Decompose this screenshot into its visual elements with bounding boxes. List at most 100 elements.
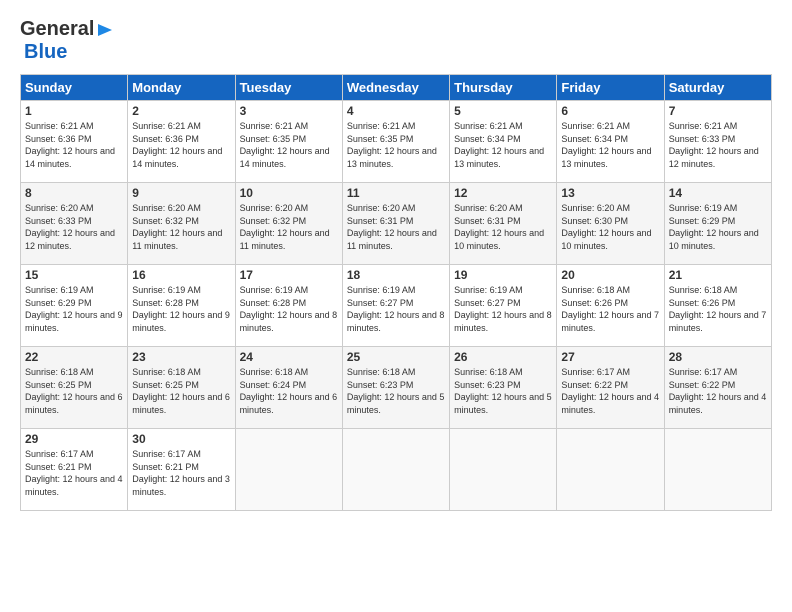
day-info: Sunrise: 6:21 AMSunset: 6:36 PMDaylight:… xyxy=(132,120,230,170)
day-number: 23 xyxy=(132,350,230,364)
calendar-cell: 23 Sunrise: 6:18 AMSunset: 6:25 PMDaylig… xyxy=(128,347,235,429)
calendar-cell: 22 Sunrise: 6:18 AMSunset: 6:25 PMDaylig… xyxy=(21,347,128,429)
calendar-cell: 28 Sunrise: 6:17 AMSunset: 6:22 PMDaylig… xyxy=(664,347,771,429)
calendar-cell: 8 Sunrise: 6:20 AMSunset: 6:33 PMDayligh… xyxy=(21,183,128,265)
day-info: Sunrise: 6:20 AMSunset: 6:33 PMDaylight:… xyxy=(25,202,123,252)
calendar-week-row: 22 Sunrise: 6:18 AMSunset: 6:25 PMDaylig… xyxy=(21,347,772,429)
day-info: Sunrise: 6:21 AMSunset: 6:34 PMDaylight:… xyxy=(561,120,659,170)
calendar-week-row: 1 Sunrise: 6:21 AMSunset: 6:36 PMDayligh… xyxy=(21,101,772,183)
calendar-cell xyxy=(450,429,557,511)
calendar-header-monday: Monday xyxy=(128,75,235,101)
day-info: Sunrise: 6:19 AMSunset: 6:29 PMDaylight:… xyxy=(669,202,767,252)
day-info: Sunrise: 6:20 AMSunset: 6:31 PMDaylight:… xyxy=(347,202,445,252)
day-number: 11 xyxy=(347,186,445,200)
calendar-cell: 26 Sunrise: 6:18 AMSunset: 6:23 PMDaylig… xyxy=(450,347,557,429)
logo: General Blue xyxy=(20,18,114,64)
day-number: 20 xyxy=(561,268,659,282)
calendar-cell xyxy=(557,429,664,511)
calendar-cell: 17 Sunrise: 6:19 AMSunset: 6:28 PMDaylig… xyxy=(235,265,342,347)
day-info: Sunrise: 6:20 AMSunset: 6:32 PMDaylight:… xyxy=(240,202,338,252)
calendar-cell: 10 Sunrise: 6:20 AMSunset: 6:32 PMDaylig… xyxy=(235,183,342,265)
day-info: Sunrise: 6:19 AMSunset: 6:28 PMDaylight:… xyxy=(132,284,230,334)
calendar-header-tuesday: Tuesday xyxy=(235,75,342,101)
day-info: Sunrise: 6:17 AMSunset: 6:21 PMDaylight:… xyxy=(25,448,123,498)
calendar-cell xyxy=(342,429,449,511)
calendar-cell xyxy=(664,429,771,511)
day-info: Sunrise: 6:17 AMSunset: 6:22 PMDaylight:… xyxy=(669,366,767,416)
day-number: 2 xyxy=(132,104,230,118)
calendar-cell: 15 Sunrise: 6:19 AMSunset: 6:29 PMDaylig… xyxy=(21,265,128,347)
day-number: 15 xyxy=(25,268,123,282)
calendar-cell: 4 Sunrise: 6:21 AMSunset: 6:35 PMDayligh… xyxy=(342,101,449,183)
day-number: 19 xyxy=(454,268,552,282)
calendar-cell: 14 Sunrise: 6:19 AMSunset: 6:29 PMDaylig… xyxy=(664,183,771,265)
calendar-week-row: 8 Sunrise: 6:20 AMSunset: 6:33 PMDayligh… xyxy=(21,183,772,265)
day-info: Sunrise: 6:17 AMSunset: 6:21 PMDaylight:… xyxy=(132,448,230,498)
header: General Blue xyxy=(20,18,772,64)
day-info: Sunrise: 6:20 AMSunset: 6:30 PMDaylight:… xyxy=(561,202,659,252)
page: General Blue SundayMondayTuesdayWednesda… xyxy=(0,0,792,612)
calendar-table: SundayMondayTuesdayWednesdayThursdayFrid… xyxy=(20,74,772,511)
day-info: Sunrise: 6:19 AMSunset: 6:27 PMDaylight:… xyxy=(347,284,445,334)
calendar-header-friday: Friday xyxy=(557,75,664,101)
day-number: 12 xyxy=(454,186,552,200)
day-info: Sunrise: 6:18 AMSunset: 6:26 PMDaylight:… xyxy=(561,284,659,334)
day-number: 22 xyxy=(25,350,123,364)
day-number: 21 xyxy=(669,268,767,282)
day-info: Sunrise: 6:21 AMSunset: 6:35 PMDaylight:… xyxy=(240,120,338,170)
calendar-cell: 5 Sunrise: 6:21 AMSunset: 6:34 PMDayligh… xyxy=(450,101,557,183)
day-info: Sunrise: 6:19 AMSunset: 6:27 PMDaylight:… xyxy=(454,284,552,334)
day-number: 27 xyxy=(561,350,659,364)
calendar-cell: 25 Sunrise: 6:18 AMSunset: 6:23 PMDaylig… xyxy=(342,347,449,429)
logo-arrow-icon xyxy=(96,21,114,39)
day-info: Sunrise: 6:21 AMSunset: 6:34 PMDaylight:… xyxy=(454,120,552,170)
day-number: 17 xyxy=(240,268,338,282)
calendar-week-row: 15 Sunrise: 6:19 AMSunset: 6:29 PMDaylig… xyxy=(21,265,772,347)
calendar-body: 1 Sunrise: 6:21 AMSunset: 6:36 PMDayligh… xyxy=(21,101,772,511)
day-info: Sunrise: 6:18 AMSunset: 6:23 PMDaylight:… xyxy=(454,366,552,416)
day-number: 29 xyxy=(25,432,123,446)
calendar-header-sunday: Sunday xyxy=(21,75,128,101)
day-info: Sunrise: 6:18 AMSunset: 6:26 PMDaylight:… xyxy=(669,284,767,334)
calendar-cell: 21 Sunrise: 6:18 AMSunset: 6:26 PMDaylig… xyxy=(664,265,771,347)
day-number: 10 xyxy=(240,186,338,200)
day-info: Sunrise: 6:18 AMSunset: 6:25 PMDaylight:… xyxy=(25,366,123,416)
day-info: Sunrise: 6:17 AMSunset: 6:22 PMDaylight:… xyxy=(561,366,659,416)
calendar-week-row: 29 Sunrise: 6:17 AMSunset: 6:21 PMDaylig… xyxy=(21,429,772,511)
day-number: 8 xyxy=(25,186,123,200)
calendar-cell: 16 Sunrise: 6:19 AMSunset: 6:28 PMDaylig… xyxy=(128,265,235,347)
calendar-cell: 18 Sunrise: 6:19 AMSunset: 6:27 PMDaylig… xyxy=(342,265,449,347)
calendar-cell: 27 Sunrise: 6:17 AMSunset: 6:22 PMDaylig… xyxy=(557,347,664,429)
day-number: 16 xyxy=(132,268,230,282)
calendar-header-wednesday: Wednesday xyxy=(342,75,449,101)
calendar-cell xyxy=(235,429,342,511)
day-number: 5 xyxy=(454,104,552,118)
calendar-cell: 13 Sunrise: 6:20 AMSunset: 6:30 PMDaylig… xyxy=(557,183,664,265)
calendar-cell: 20 Sunrise: 6:18 AMSunset: 6:26 PMDaylig… xyxy=(557,265,664,347)
calendar-cell: 12 Sunrise: 6:20 AMSunset: 6:31 PMDaylig… xyxy=(450,183,557,265)
day-info: Sunrise: 6:21 AMSunset: 6:35 PMDaylight:… xyxy=(347,120,445,170)
day-info: Sunrise: 6:20 AMSunset: 6:32 PMDaylight:… xyxy=(132,202,230,252)
calendar-cell: 9 Sunrise: 6:20 AMSunset: 6:32 PMDayligh… xyxy=(128,183,235,265)
day-number: 4 xyxy=(347,104,445,118)
calendar-header-thursday: Thursday xyxy=(450,75,557,101)
calendar-cell: 29 Sunrise: 6:17 AMSunset: 6:21 PMDaylig… xyxy=(21,429,128,511)
day-number: 28 xyxy=(669,350,767,364)
day-info: Sunrise: 6:21 AMSunset: 6:33 PMDaylight:… xyxy=(669,120,767,170)
day-number: 6 xyxy=(561,104,659,118)
day-info: Sunrise: 6:19 AMSunset: 6:29 PMDaylight:… xyxy=(25,284,123,334)
day-info: Sunrise: 6:18 AMSunset: 6:25 PMDaylight:… xyxy=(132,366,230,416)
day-number: 13 xyxy=(561,186,659,200)
day-info: Sunrise: 6:19 AMSunset: 6:28 PMDaylight:… xyxy=(240,284,338,334)
calendar-header-saturday: Saturday xyxy=(664,75,771,101)
day-info: Sunrise: 6:20 AMSunset: 6:31 PMDaylight:… xyxy=(454,202,552,252)
calendar-cell: 7 Sunrise: 6:21 AMSunset: 6:33 PMDayligh… xyxy=(664,101,771,183)
day-number: 26 xyxy=(454,350,552,364)
day-number: 24 xyxy=(240,350,338,364)
day-number: 18 xyxy=(347,268,445,282)
day-number: 7 xyxy=(669,104,767,118)
calendar-cell: 2 Sunrise: 6:21 AMSunset: 6:36 PMDayligh… xyxy=(128,101,235,183)
logo-blue: Blue xyxy=(24,41,67,63)
calendar-cell: 3 Sunrise: 6:21 AMSunset: 6:35 PMDayligh… xyxy=(235,101,342,183)
calendar-cell: 19 Sunrise: 6:19 AMSunset: 6:27 PMDaylig… xyxy=(450,265,557,347)
